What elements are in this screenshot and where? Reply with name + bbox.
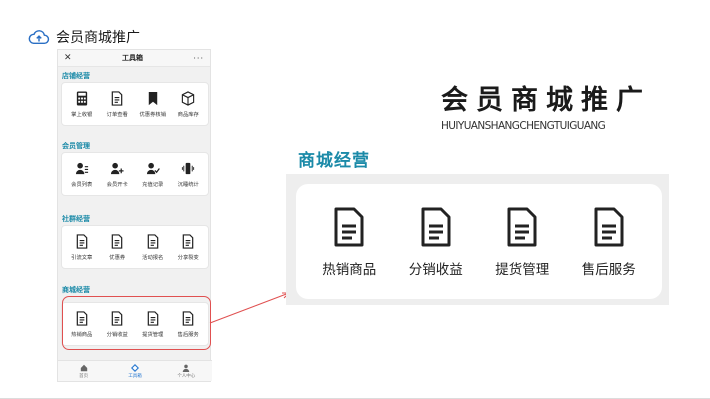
zoom-item[interactable]: 热销商品	[309, 206, 389, 278]
document-icon	[421, 207, 451, 246]
document-icon	[507, 207, 537, 246]
zoom-item[interactable]: 售后服务	[569, 206, 649, 278]
zoom-item[interactable]: 分销收益	[396, 206, 476, 278]
main-title: 会员商城推广	[441, 85, 651, 116]
document-icon	[334, 207, 364, 246]
main-subtitle: HUIYUANSHANGCHENGTUIGUANG	[441, 120, 606, 132]
document-icon	[594, 207, 624, 246]
zoom-item[interactable]: 提货管理	[482, 206, 562, 278]
section-title: 商城经营	[298, 151, 370, 171]
zoom-card: 热销商品 分销收益 提货管理 售后服务	[296, 184, 662, 299]
